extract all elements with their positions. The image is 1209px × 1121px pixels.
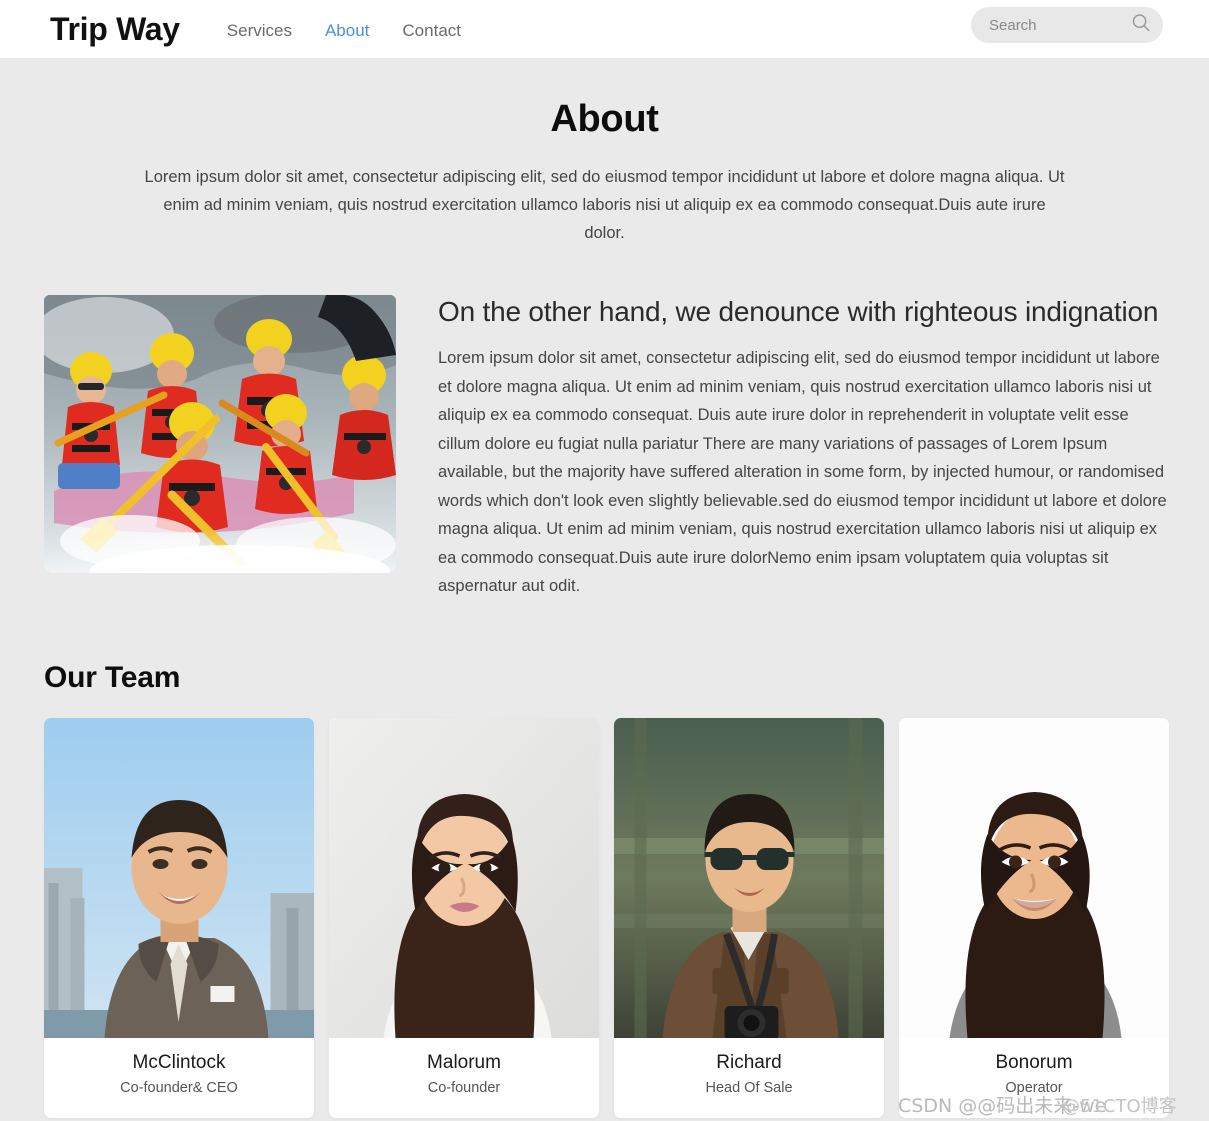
team-member-role: Co-founder [427,1079,501,1096]
team-member-info: McClintock Co-founder& CEO [44,1038,314,1118]
team-member-name: Malorum [427,1051,501,1073]
about-hero: About Lorem ipsum dolor sit amet, consec… [0,58,1209,247]
team-member-name: Bonorum [995,1051,1073,1073]
site-header: Trip Way Services About Contact [0,0,1209,58]
page-title: About [550,98,659,140]
main-nav: Services About Contact [227,21,461,41]
team-member-name: Richard [716,1051,782,1073]
team-member-role: Head Of Sale [705,1079,793,1096]
team-heading: Our Team [44,660,181,694]
rafting-photo [44,295,396,573]
section-paragraph: Lorem ipsum dolor sit amet, consectetur … [438,349,1167,595]
content-photo-column [44,295,396,601]
team-card[interactable]: Bonorum Operator [899,717,1169,1118]
team-member-info: Malorum Co-founder [329,1038,599,1118]
nav-link-contact[interactable]: Contact [402,21,461,41]
hero-paragraph: Lorem ipsum dolor sit amet, consectetur … [144,168,1065,242]
brand-logo[interactable]: Trip Way [50,13,180,45]
team-member-role: Co-founder& CEO [120,1079,238,1096]
team-grid: McClintock Co-founder& CEO Malorum Co-fo… [44,717,1169,1118]
team-member-photo [329,717,599,1038]
search-input[interactable] [989,16,1131,34]
our-team-section: Our Team McClintock Co-founder& CEO Malo… [0,661,1209,1118]
search-box[interactable] [971,7,1163,43]
team-member-info: Bonorum Operator [899,1038,1169,1118]
nav-link-services[interactable]: Services [227,21,292,41]
team-member-info: Richard Head Of Sale [614,1038,884,1118]
team-card[interactable]: McClintock Co-founder& CEO [44,717,314,1118]
team-card[interactable]: Richard Head Of Sale [614,717,884,1118]
team-member-role: Operator [1005,1079,1063,1096]
team-member-photo [614,717,884,1038]
team-member-photo [899,717,1169,1038]
search-icon[interactable] [1131,13,1151,38]
team-card[interactable]: Malorum Co-founder [329,717,599,1118]
team-member-name: McClintock [132,1051,226,1073]
content-text-column: On the other hand, we denounce with righ… [438,295,1169,601]
team-member-photo [44,717,314,1038]
section-heading: On the other hand, we denounce with righ… [438,296,1159,327]
nav-link-about[interactable]: About [325,21,369,41]
about-content: On the other hand, we denounce with righ… [0,295,1209,601]
